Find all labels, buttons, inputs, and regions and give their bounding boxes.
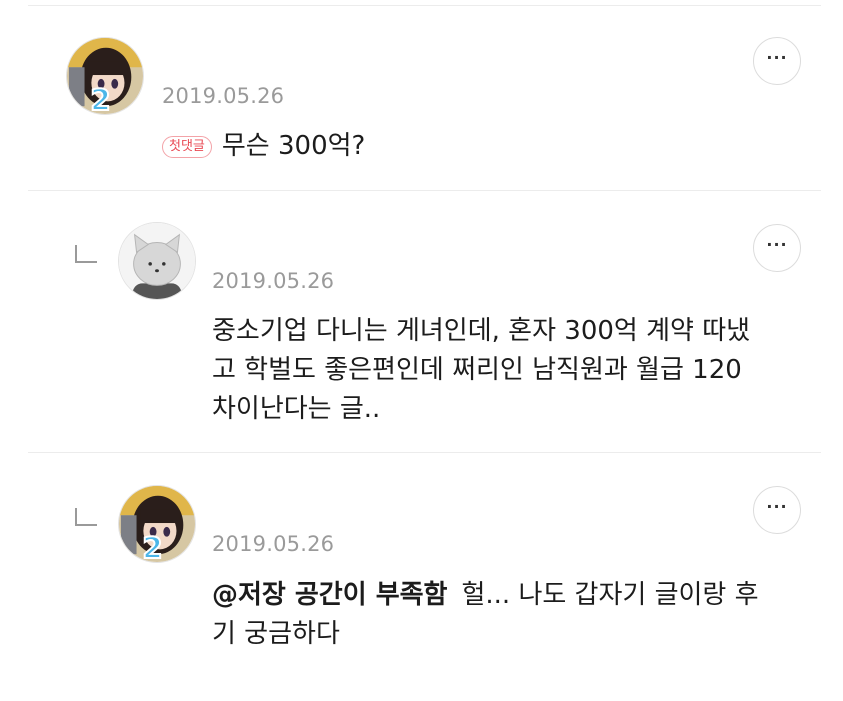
comment-date: 2019.05.26 bbox=[162, 84, 285, 108]
user-mention-link[interactable]: @저장 공간이 부족함 bbox=[212, 580, 447, 610]
comment-line: 기 궁금하다 bbox=[212, 619, 340, 649]
more-options-button[interactable]: ··· bbox=[753, 37, 801, 85]
anime-girl-avatar-icon: 2 bbox=[119, 486, 195, 562]
more-options-icon: ··· bbox=[766, 235, 788, 254]
comment-line: 중소기업 다니는 게녀인데, 혼자 300억 계약 따냈 bbox=[212, 316, 751, 346]
more-options-icon: ··· bbox=[766, 497, 788, 516]
svg-text:2: 2 bbox=[142, 531, 162, 562]
comment-line: 고 학벌도 좋은편인데 쩌리인 남직원과 월급 120 bbox=[212, 355, 742, 385]
comment-body: 무슨 300억? bbox=[221, 131, 366, 161]
avatar[interactable]: 2 bbox=[66, 37, 144, 115]
avatar[interactable]: 2 bbox=[118, 485, 196, 563]
comment-line: 차이난다는 글.. bbox=[212, 394, 381, 424]
more-options-button[interactable]: ··· bbox=[753, 224, 801, 272]
gray-cat-avatar-icon bbox=[119, 223, 195, 299]
reply-arrow-icon bbox=[75, 245, 97, 263]
comment-text: 첫댓글 무슨 300억? bbox=[162, 127, 365, 166]
more-options-icon: ··· bbox=[766, 48, 788, 67]
comment-line: 헐... 나도 갑자기 글이랑 후 bbox=[461, 580, 759, 610]
reply-arrow-icon bbox=[75, 508, 97, 526]
comment-date: 2019.05.26 bbox=[212, 269, 335, 293]
comment-date: 2019.05.26 bbox=[212, 532, 335, 556]
first-comment-badge: 첫댓글 bbox=[162, 136, 212, 158]
comment-text: @저장 공간이 부족함 헐... 나도 갑자기 글이랑 후 기 궁금하다 bbox=[212, 576, 759, 654]
divider-top bbox=[28, 5, 821, 6]
comment-text: 중소기업 다니는 게녀인데, 혼자 300억 계약 따냈 고 학벌도 좋은편인데… bbox=[212, 312, 750, 429]
anime-girl-avatar-icon: 2 bbox=[67, 38, 143, 114]
divider-2 bbox=[28, 452, 821, 453]
more-options-button[interactable]: ··· bbox=[753, 486, 801, 534]
svg-text:2: 2 bbox=[90, 83, 110, 114]
avatar[interactable] bbox=[118, 222, 196, 300]
divider-1 bbox=[28, 190, 821, 191]
